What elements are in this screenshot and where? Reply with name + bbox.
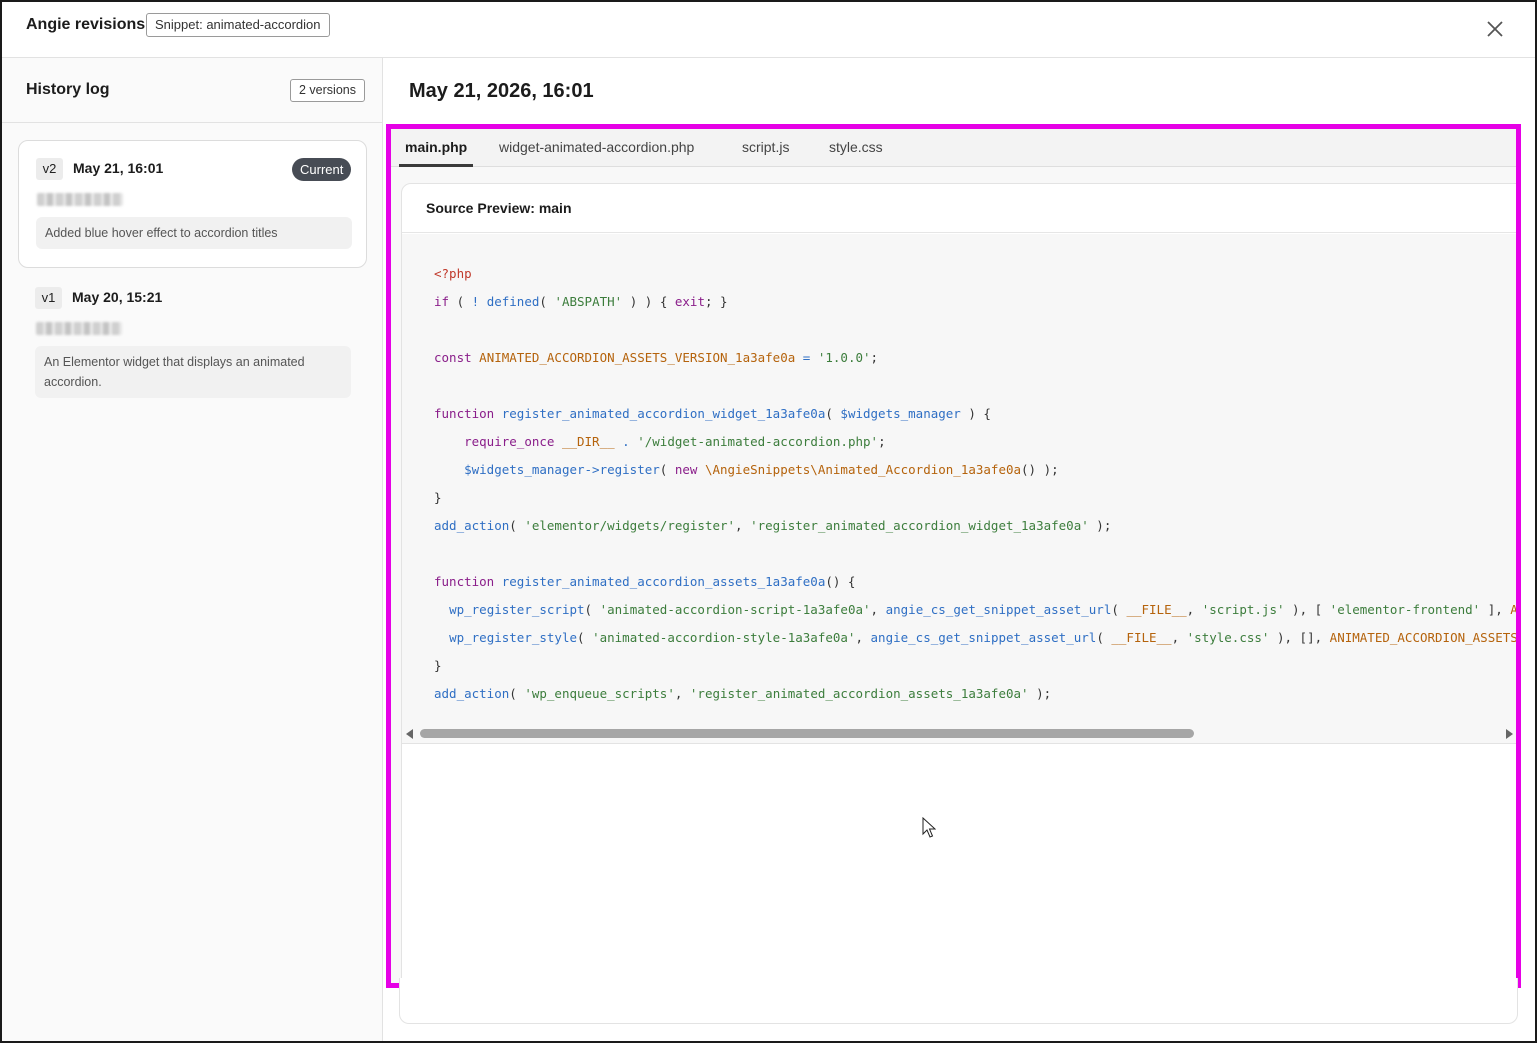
- revision-title: May 21, 2026, 16:01: [409, 80, 594, 102]
- code-line: function register_animated_accordion_wid…: [434, 406, 991, 421]
- preview-card-bottom: [399, 978, 1518, 1024]
- code-content: <?php if ( ! defined( 'ABSPATH' ) ) { exi…: [434, 260, 1518, 708]
- scroll-right-icon[interactable]: [1506, 729, 1513, 739]
- code-line: <?php: [434, 266, 472, 281]
- history-title: History log: [26, 81, 110, 98]
- code-line: if ( ! defined( 'ABSPATH' ) ) { exit; }: [434, 294, 728, 309]
- code-line: }: [434, 490, 442, 505]
- version-date: May 20, 15:21: [72, 289, 163, 305]
- version-date: May 21, 16:01: [73, 160, 164, 176]
- code-block[interactable]: <?php if ( ! defined( 'ABSPATH' ) ) { exi…: [402, 234, 1518, 744]
- code-line: wp_register_script( 'animated-accordion-…: [449, 602, 1518, 617]
- revision-main: May 21, 2026, 16:01 main.php widget-anim…: [383, 58, 1535, 1041]
- code-line: }: [434, 658, 442, 673]
- scrollbar-thumb[interactable]: [420, 729, 1194, 738]
- version-item-v1[interactable]: v1 May 20, 15:21 An Elementor widget tha…: [18, 270, 367, 404]
- version-note: Added blue hover effect to accordion tit…: [36, 217, 352, 249]
- dialog-header: Angie revisions Snippet: animated-accord…: [2, 2, 1535, 58]
- code-line: add_action( 'wp_enqueue_scripts', 'regis…: [434, 686, 1052, 701]
- horizontal-scrollbar[interactable]: [402, 726, 1516, 742]
- snippet-badge: Snippet: animated-accordion: [146, 13, 330, 37]
- tab-widget-animated-accordion-php[interactable]: widget-animated-accordion.php: [493, 129, 700, 167]
- source-preview-header: Source Preview: main: [402, 184, 1516, 233]
- close-icon: [1487, 21, 1503, 37]
- revisions-dialog: Angie revisions Snippet: animated-accord…: [0, 0, 1537, 1043]
- source-viewer: main.php widget-animated-accordion.php s…: [386, 124, 1521, 988]
- versions-count-badge: 2 versions: [290, 79, 365, 102]
- code-line: function register_animated_accordion_ass…: [434, 574, 856, 589]
- file-tabs: main.php widget-animated-accordion.php s…: [391, 129, 1516, 167]
- history-header: History log 2 versions: [2, 58, 382, 123]
- code-line: const ANIMATED_ACCORDION_ASSETS_VERSION_…: [434, 350, 879, 365]
- version-note: An Elementor widget that displays an ani…: [35, 346, 351, 398]
- dialog-title: Angie revisions: [26, 16, 146, 33]
- scroll-left-icon[interactable]: [406, 729, 413, 739]
- version-tag: v1: [35, 287, 62, 309]
- tab-main-php[interactable]: main.php: [399, 129, 474, 167]
- code-line: wp_register_style( 'animated-accordion-s…: [449, 630, 1518, 645]
- history-sidebar: History log 2 versions v2 May 21, 16:01 …: [2, 58, 383, 1041]
- code-line: add_action( 'elementor/widgets/register'…: [434, 518, 1112, 533]
- version-tag: v2: [36, 158, 63, 180]
- mouse-cursor-icon: [922, 817, 936, 838]
- author-avatar-blurred: [36, 322, 122, 335]
- version-item-v2[interactable]: v2 May 21, 16:01 Current Added blue hove…: [18, 140, 367, 268]
- tab-script-js[interactable]: script.js: [736, 129, 795, 167]
- close-button[interactable]: [1480, 14, 1510, 44]
- source-preview-title: Source Preview: main: [426, 200, 572, 216]
- author-avatar-blurred: [37, 193, 123, 206]
- current-badge: Current: [292, 158, 352, 181]
- code-line: $widgets_manager->register( new \AngieSn…: [464, 462, 1059, 477]
- source-preview-card: Source Preview: main <?php if ( ! defined…: [401, 183, 1518, 983]
- code-line: require_once __DIR__ . '/widget-animated…: [464, 434, 886, 449]
- tab-style-css[interactable]: style.css: [823, 129, 889, 167]
